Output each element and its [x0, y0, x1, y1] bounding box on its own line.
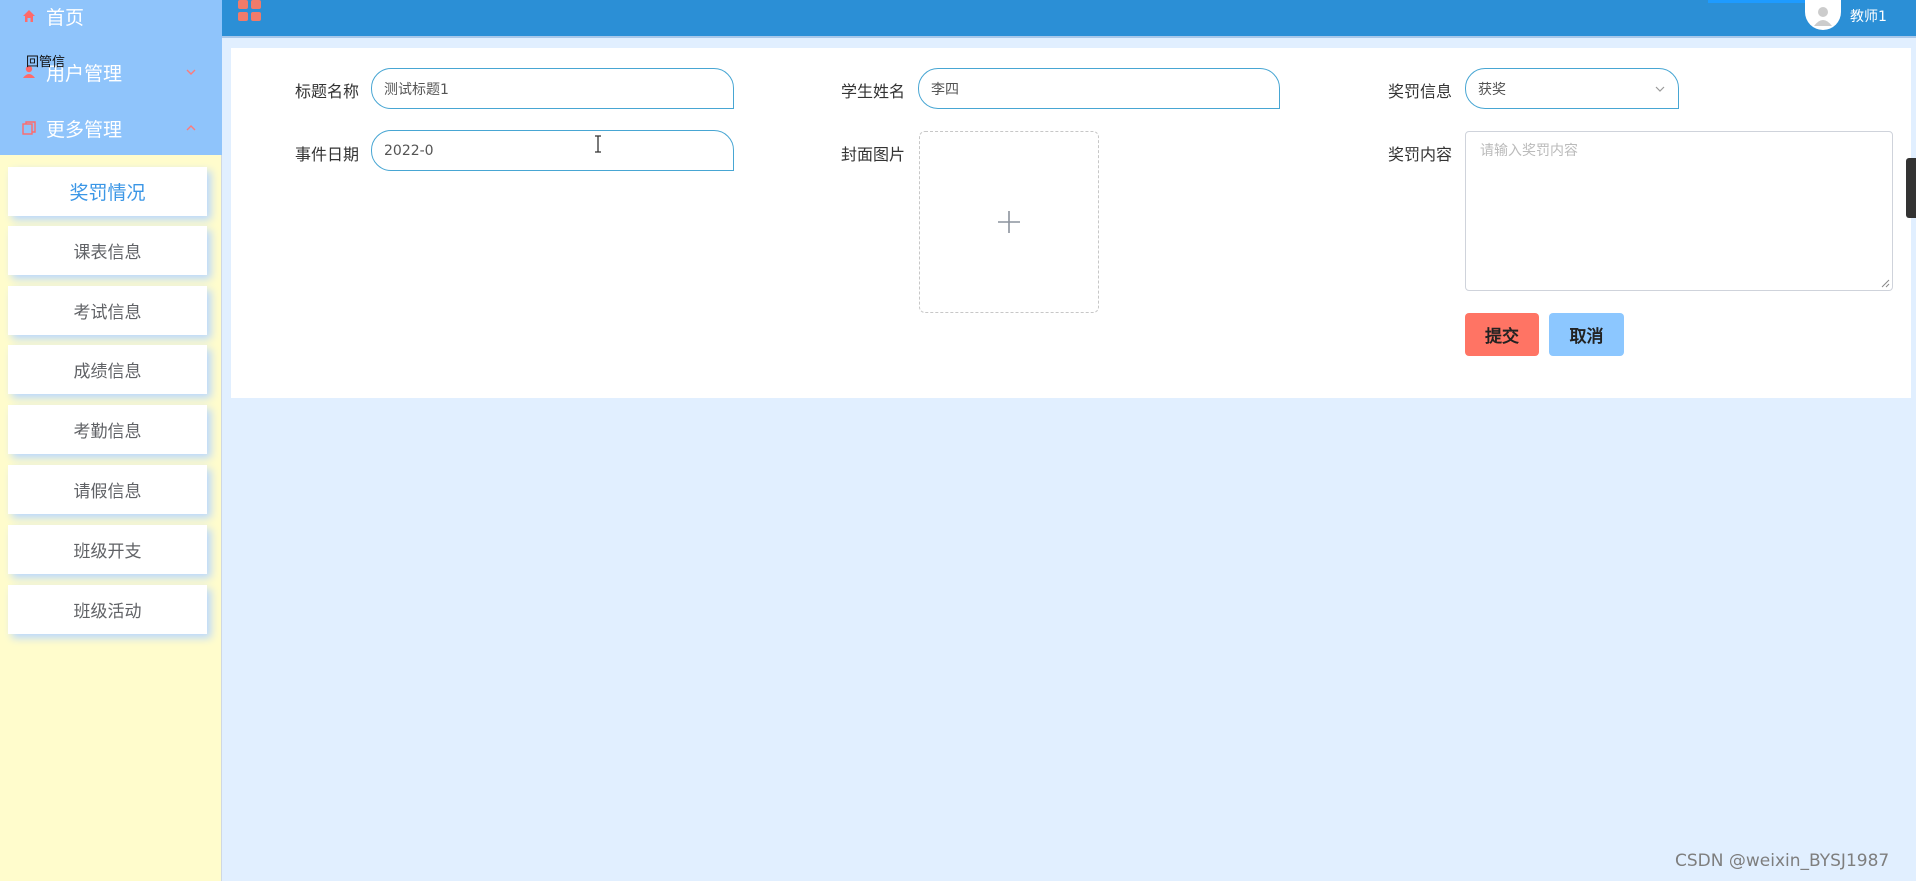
scrollbar-handle[interactable]: [1906, 158, 1916, 218]
event-date-label: 事件日期: [295, 145, 360, 164]
reward-content-label: 奖罚内容: [1388, 145, 1453, 164]
chevron-up-icon: [186, 125, 196, 131]
student-name-value: 李四: [931, 81, 959, 98]
reward-content-textarea[interactable]: 请输入奖罚内容: [1465, 131, 1893, 291]
chevron-down-icon: [1655, 86, 1665, 92]
tooltip-text: 回管信: [26, 55, 66, 70]
title-input-value: 测试标题1: [384, 81, 449, 98]
submenu-item-timetable[interactable]: 课表信息: [8, 226, 207, 275]
resize-handle-icon[interactable]: [1881, 279, 1890, 288]
student-name-input[interactable]: 李四: [918, 68, 1280, 109]
submenu-item-expenses[interactable]: 班级开支: [8, 525, 207, 574]
submenu-item-attendance[interactable]: 考勤信息: [8, 405, 207, 454]
reward-info-label: 奖罚信息: [1388, 82, 1453, 101]
menu-label-home: 首页: [46, 6, 85, 29]
username[interactable]: 教师1: [1850, 6, 1887, 26]
header-tab-indicator: [1708, 0, 1808, 3]
watermark: CSDN @weixin_BYSJ1987: [1675, 851, 1890, 871]
submenu-item-grades[interactable]: 成绩信息: [8, 345, 207, 394]
top-header: [222, 0, 1916, 38]
cover-image-label: 封面图片: [841, 145, 906, 164]
reward-content-placeholder: 请输入奖罚内容: [1480, 143, 1578, 159]
menu-item-home[interactable]: 首页: [0, 0, 222, 36]
grid-menu-icon[interactable]: [238, 0, 262, 22]
sidebar: 首页 用户管理 回管信 更多管理 奖罚情况 课表信息 考试信息 成绩信息 考勤信…: [0, 0, 222, 881]
student-name-label: 学生姓名: [841, 82, 906, 101]
copy-icon: [21, 120, 37, 136]
text-cursor-icon: [595, 135, 601, 153]
plus-icon: [998, 211, 1020, 233]
reward-select-value: 获奖: [1478, 81, 1506, 98]
submit-button[interactable]: 提交: [1465, 313, 1539, 356]
user-avatar-icon: [1814, 7, 1832, 26]
cover-image-upload[interactable]: [919, 131, 1099, 313]
submenu-item-activities[interactable]: 班级活动: [8, 585, 207, 634]
reward-select[interactable]: 获奖: [1465, 68, 1679, 109]
submenu-item-leave[interactable]: 请假信息: [8, 465, 207, 514]
submenu-item-rewards[interactable]: 奖罚情况: [8, 167, 207, 216]
event-date-value: 2022-0: [384, 142, 434, 159]
title-input[interactable]: 测试标题1: [371, 68, 734, 109]
home-icon: [21, 8, 37, 24]
chevron-down-icon: [186, 69, 196, 75]
cancel-button[interactable]: 取消: [1549, 313, 1624, 356]
title-label: 标题名称: [295, 82, 360, 101]
menu-label-more-management: 更多管理: [46, 118, 123, 141]
event-date-input[interactable]: 2022-0: [371, 130, 734, 171]
submenu-item-exam[interactable]: 考试信息: [8, 286, 207, 335]
menu-item-more-management[interactable]: 更多管理: [0, 108, 222, 148]
